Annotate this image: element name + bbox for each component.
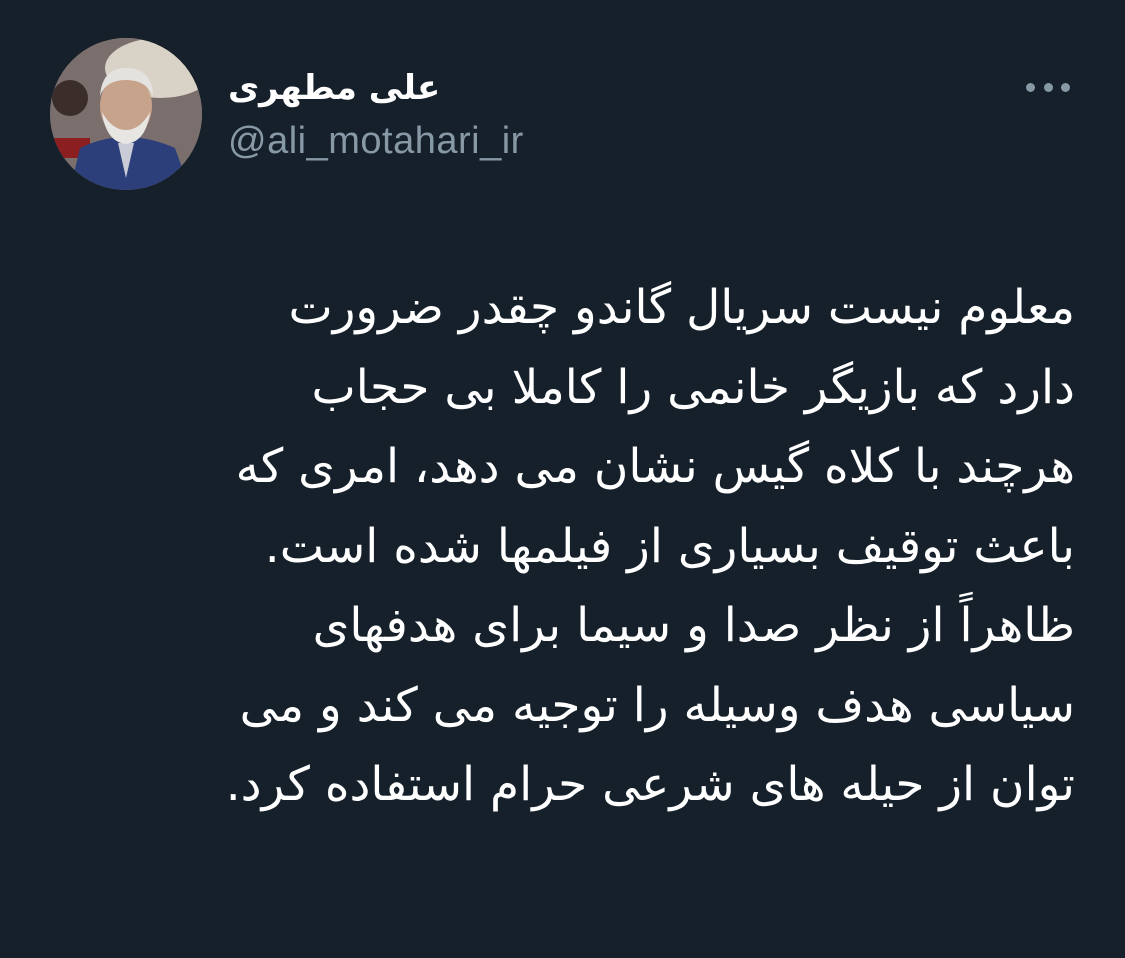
tweet-text-line: سیاسی هدف وسیله را توجیه می کند و می — [239, 677, 1075, 733]
author-handle[interactable]: @ali_motahari_ir — [228, 120, 524, 163]
tweet-text: معلوم نیست سریال گاندو چقدر ضرورت دارد ک… — [45, 268, 1075, 825]
tweet-text-line: هرچند با کلاه گیس نشان می دهد، امری که — [235, 439, 1075, 494]
tweet-text-line: دارد که بازیگر خانمی را کاملا بی حجاب — [311, 359, 1075, 415]
tweet-text-line: توان از حیله های شرعی حرام استفاده کرد. — [225, 757, 1075, 812]
tweet-card: علی مطهری @ali_motahari_ir معلوم نیست سر… — [0, 0, 1125, 958]
more-dot — [1061, 82, 1070, 92]
more-dot — [1043, 82, 1053, 92]
tweet-text-line: ظاهراً از نظر صدا و سیما برای هدفهای — [312, 598, 1075, 653]
more-dot — [1026, 82, 1035, 92]
more-horizontal-icon[interactable] — [1026, 74, 1070, 100]
author-name[interactable]: علی مطهری — [228, 68, 440, 108]
tweet-text-line: معلوم نیست سریال گاندو چقدر ضرورت — [288, 280, 1075, 335]
tweet-text-line: باعث توقیف بسیاری از فیلمها شده است. — [264, 518, 1075, 574]
avatar[interactable] — [50, 38, 202, 190]
avatar-portrait-icon — [50, 38, 202, 190]
